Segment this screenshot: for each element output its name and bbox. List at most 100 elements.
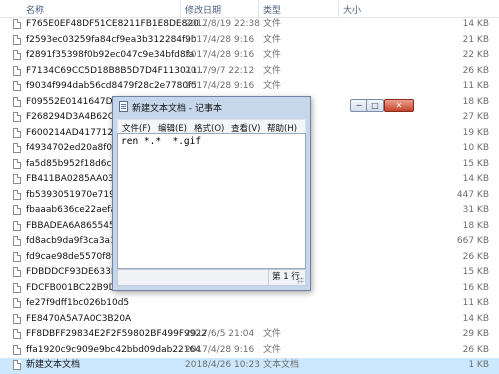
file-size: 14 KB xyxy=(462,313,489,324)
file-icon xyxy=(13,251,21,262)
file-size: 14 KB xyxy=(462,174,489,184)
file-icon xyxy=(13,344,21,355)
file-date: 2017/9/7 22:12 xyxy=(185,65,255,76)
file-icon xyxy=(13,329,21,339)
file-name: FE8470A5A7A0C3B20A xyxy=(26,313,132,324)
file-name: F7134C69CC5D18B8B5D7D4F113011... xyxy=(26,65,206,76)
file-row[interactable]: FE8470A5A7A0C3B20A 14 KB xyxy=(0,312,499,328)
file-size: 19 KB xyxy=(462,127,489,138)
file-name: FF8DBFF29834E2F2F59802BF499F9922 xyxy=(26,329,207,339)
file-size: 26 KB xyxy=(462,344,489,355)
file-icon xyxy=(13,50,21,60)
file-name: fe27f9dff1bc026b10d5 xyxy=(26,298,130,308)
resize-grip-icon[interactable] xyxy=(297,277,304,284)
file-row[interactable]: fe27f9dff1bc026b10d5 11 KB xyxy=(0,296,499,312)
file-size: 667 KB xyxy=(456,236,489,246)
file-icon xyxy=(13,174,21,184)
file-icon xyxy=(13,19,21,29)
file-date: 2017/8/19 22:38 xyxy=(185,19,260,29)
file-size: 27 KB xyxy=(462,112,489,122)
notepad-title: 新建文本文档 - 记事本 xyxy=(132,104,222,114)
file-icon xyxy=(13,360,21,370)
column-header: 名称 修改日期 类型 大小 xyxy=(0,0,499,18)
file-date: 2017/4/28 9:16 xyxy=(185,34,255,45)
file-date: 2017/4/28 9:16 xyxy=(185,81,255,91)
column-divider[interactable] xyxy=(180,0,181,17)
file-icon xyxy=(13,282,21,293)
file-row[interactable]: f9034f994dab56cd8479f28c2e7780f5 2017/4/2… xyxy=(0,79,499,95)
file-type: 文件 xyxy=(263,19,282,29)
column-date-header[interactable]: 修改日期 xyxy=(185,3,221,16)
file-row[interactable]: F7134C69CC5D18B8B5D7D4F113011... 2017/9/7… xyxy=(0,64,499,80)
column-type-header[interactable]: 类型 xyxy=(263,3,281,16)
file-size: 18 KB xyxy=(462,220,489,231)
file-icon xyxy=(13,143,21,153)
file-size: 26 KB xyxy=(462,251,489,262)
notepad-menubar: 文件(F) 编辑(E) 格式(O) 查看(V) 帮助(H) xyxy=(117,119,306,134)
file-size: 16 KB xyxy=(462,282,489,293)
file-row[interactable]: FF8DBFF29834E2F2F59802BF499F9922 2017/6/5… xyxy=(0,327,499,343)
file-icon xyxy=(13,236,21,246)
file-size: 18 KB xyxy=(462,96,489,107)
notepad-content: ren *.* *.gif xyxy=(121,136,202,147)
file-row[interactable]: f2891f35398f0b92ec047c9e34bfd8fa 2017/4/2… xyxy=(0,48,499,64)
file-size: 11 KB xyxy=(462,298,489,308)
close-button[interactable]: ✕ xyxy=(384,99,414,112)
file-size: 447 KB xyxy=(456,189,489,200)
file-name: f9034f994dab56cd8479f28c2e7780f5 xyxy=(26,81,198,91)
file-type: 文本文档 xyxy=(263,360,300,370)
file-icon xyxy=(13,298,21,308)
file-icon xyxy=(13,205,21,215)
file-row[interactable]: ffa1920c9c909e9bc42bbd09dab22164 2017/4/2… xyxy=(0,343,499,359)
file-row[interactable]: F765E0EF48DF51CE8211FB1E8DE820... 2017/8/… xyxy=(0,17,499,33)
file-name: f2593ec03259fa84cf9ea3b312284f9b xyxy=(26,34,197,45)
file-icon xyxy=(13,158,21,169)
file-date: 2017/4/28 9:16 xyxy=(185,50,255,60)
file-icon xyxy=(13,189,21,200)
notepad-window[interactable]: 新建文本文档 - 记事本 ─ □ ✕ 文件(F) 编辑(E) 格式(O) 查看(… xyxy=(112,96,414,291)
file-size: 10 KB xyxy=(462,143,489,153)
file-size: 11 KB xyxy=(462,81,489,91)
file-icon xyxy=(13,81,21,91)
file-size: 15 KB xyxy=(462,267,489,277)
file-size: 21 KB xyxy=(462,34,489,45)
file-icon xyxy=(13,96,21,107)
file-type: 文件 xyxy=(263,81,282,91)
file-type: 文件 xyxy=(263,65,282,76)
file-icon xyxy=(13,112,21,122)
file-type: 文件 xyxy=(263,344,282,355)
file-name: 新建文本文档 xyxy=(26,360,81,370)
file-date: 2017/4/28 9:16 xyxy=(185,344,255,355)
file-size: 31 KB xyxy=(462,205,489,215)
file-name: f2891f35398f0b92ec047c9e34bfd8fa xyxy=(26,50,195,60)
file-row[interactable]: 新建文本文档 2018/4/26 10:23 文本文档 1 KB xyxy=(0,358,499,374)
file-icon xyxy=(13,127,21,138)
file-icon xyxy=(13,267,21,277)
file-name: F765E0EF48DF51CE8211FB1E8DE820... xyxy=(26,19,208,29)
file-type: 文件 xyxy=(263,50,282,60)
file-type: 文件 xyxy=(263,329,282,339)
notepad-statusbar: 第 1 行 xyxy=(117,269,306,286)
file-type: 文件 xyxy=(263,34,282,45)
notepad-icon xyxy=(119,101,128,112)
file-size: 1 KB xyxy=(468,360,489,370)
file-size: 15 KB xyxy=(462,158,489,169)
file-size: 22 KB xyxy=(462,50,489,60)
file-icon xyxy=(13,220,21,231)
file-icon xyxy=(13,313,21,324)
maximize-button[interactable]: □ xyxy=(366,99,384,112)
file-icon xyxy=(13,65,21,76)
file-size: 29 KB xyxy=(462,329,489,339)
column-name-header[interactable]: 名称 xyxy=(26,3,44,16)
column-divider[interactable] xyxy=(338,0,339,17)
file-icon xyxy=(13,34,21,45)
column-size-header[interactable]: 大小 xyxy=(343,3,361,16)
file-date: 2018/4/26 10:23 xyxy=(185,360,260,370)
file-row[interactable]: f2593ec03259fa84cf9ea3b312284f9b 2017/4/2… xyxy=(0,33,499,49)
file-name: ffa1920c9c909e9bc42bbd09dab22164 xyxy=(26,344,201,355)
notepad-text-area[interactable]: ren *.* *.gif xyxy=(117,133,306,269)
file-date: 2017/6/5 21:04 xyxy=(185,329,255,339)
notepad-titlebar[interactable]: 新建文本文档 - 记事本 ─ □ ✕ xyxy=(113,97,414,117)
file-size: 26 KB xyxy=(462,65,489,76)
column-divider[interactable] xyxy=(258,0,259,17)
